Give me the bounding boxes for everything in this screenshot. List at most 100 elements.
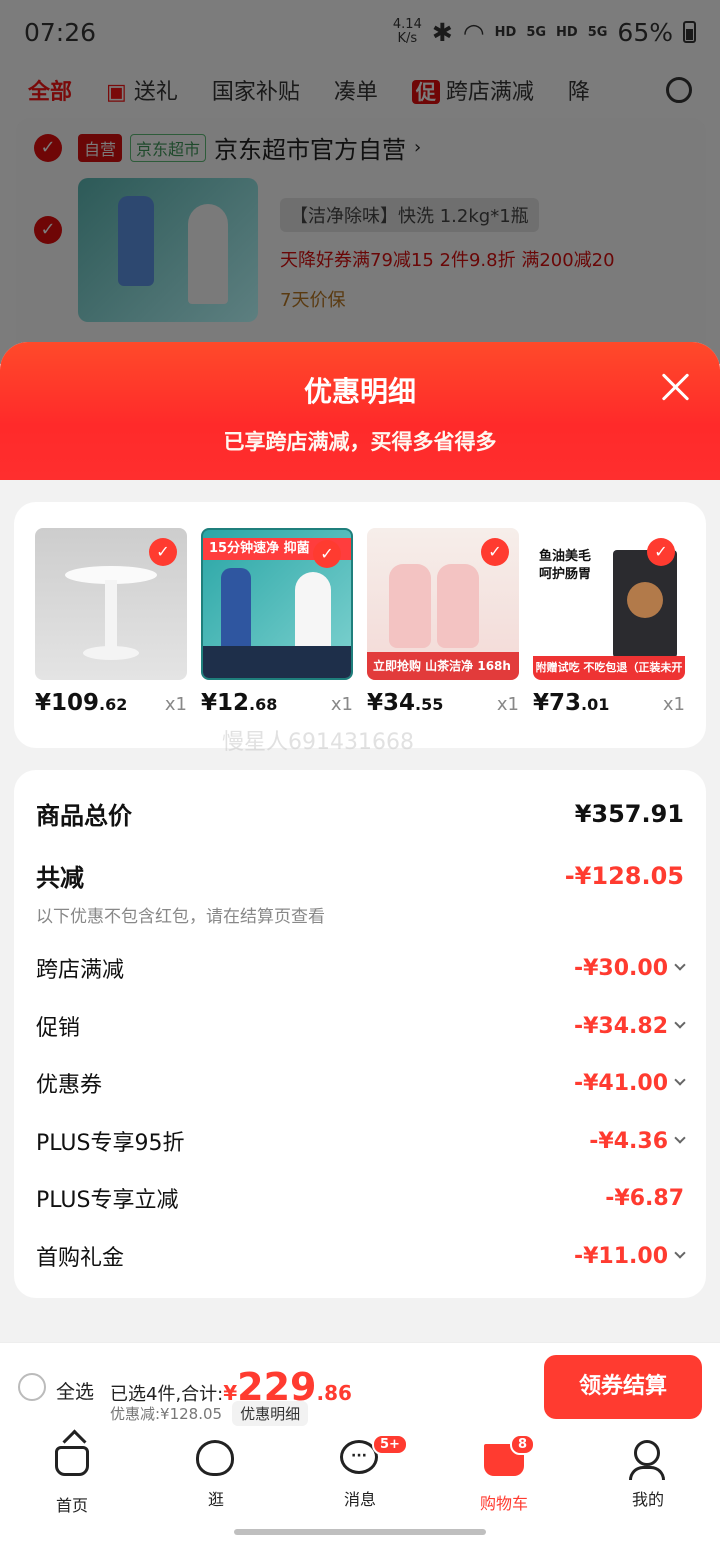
chevron-down-icon [674, 1074, 686, 1086]
signal-5g-2: 5G [587, 24, 608, 40]
home-icon [52, 1446, 92, 1486]
network-speed: 4.14 K/s [392, 17, 422, 46]
home-indicator-pill[interactable] [234, 1529, 486, 1535]
store-tag: 京东超市 [130, 133, 207, 162]
product-item[interactable]: 立即抢购 山茶洁净 168h持久留香 ✓ ¥34.55 x1 [367, 528, 519, 716]
discount-amount: 优惠减:¥128.05 [110, 1405, 223, 1423]
product-price-decimal: .55 [415, 695, 444, 714]
reduce-value: -¥128.05 [564, 861, 684, 890]
nav-messages[interactable]: ··· 5+ 消息 [288, 1430, 432, 1520]
discount-line: 优惠减:¥128.05 优惠明细 [110, 1401, 309, 1426]
chevron-right-icon: › [414, 137, 422, 158]
sheet-header: 优惠明细 已享跨店满减，买得多省得多 [0, 342, 720, 480]
status-time: 07:26 [24, 17, 97, 47]
product-price-decimal: .62 [99, 695, 128, 714]
discount-row-first-purchase[interactable]: 首购礼金 -¥11.00 [36, 1240, 686, 1272]
status-bar: 07:26 4.14 K/s ✱ ◠ HD 5G HD 5G 65% [0, 0, 720, 64]
product-text: 鱼油美毛 呵护肠胃 [539, 549, 592, 582]
product-label: 立即抢购 山茶洁净 168h持久留香 [367, 652, 519, 680]
product-price-decimal: .01 [581, 695, 610, 714]
product-label: 附赠试吃 不吃包退（正装未开封） [533, 656, 685, 680]
checkout-bar: 全选 已选4件,合计: ¥ 229 .86 优惠减:¥128.05 优惠明细 领… [0, 1342, 720, 1430]
check-icon: ✓ [647, 538, 675, 566]
discount-row-coupon[interactable]: 优惠券 -¥41.00 [36, 1067, 686, 1099]
discount-summary: 商品总价 ¥357.91 共减 -¥128.05 以下优惠不包含红包，请在结算页… [14, 770, 706, 1298]
shop-header[interactable]: 自营 京东超市 京东超市官方自营 › [78, 130, 421, 165]
product-price: ¥73 [533, 690, 582, 716]
product-price: ¥109 [35, 690, 100, 716]
product-price-decimal: .68 [249, 695, 278, 714]
tab-bundle[interactable]: 凑单 [334, 74, 378, 106]
bottom-nav: 首页 逛 ··· 5+ 消息 8 购物车 我的 [0, 1430, 720, 1520]
spec-selector[interactable]: 【洁净除味】快洗 1.2kg*1瓶 [280, 198, 539, 232]
nav-cart[interactable]: 8 购物车 [432, 1430, 576, 1520]
promo-badge: 促 [411, 80, 440, 104]
product-item[interactable]: 鱼油美毛 呵护肠胃 附赠试吃 不吃包退（正装未开封） ✓ ¥73.01 x1 [533, 528, 685, 716]
hd-label-1: HD [494, 24, 517, 40]
checkout-button[interactable]: 领券结算 [544, 1355, 702, 1419]
status-right: 4.14 K/s ✱ ◠ HD 5G HD 5G 65% [393, 18, 696, 47]
product-item[interactable]: ✓ ¥109.62 x1 [35, 528, 187, 716]
wifi-icon: ◠ [462, 17, 485, 47]
close-icon[interactable] [660, 372, 690, 402]
select-all-label[interactable]: 全选 [56, 1377, 94, 1404]
product-price: ¥34 [367, 690, 416, 716]
price-protect: 7天价保 [280, 290, 346, 311]
filter-tabs: 全部 ▣ 送礼 国家补贴 凑单 促跨店满减 降 [0, 64, 720, 116]
sheet-title: 优惠明细 [303, 375, 416, 408]
selected-products: ✓ ¥109.62 x1 15分钟速净 抑菌 ✓ ¥12.68 x1 立即抢购 山茶… [14, 502, 706, 748]
check-icon: ✓ [481, 538, 509, 566]
profile-icon [628, 1440, 668, 1480]
chevron-down-icon [674, 959, 686, 971]
home-indicator [0, 1520, 720, 1544]
search-icon[interactable] [666, 77, 692, 103]
total-row: 商品总价 ¥357.91 [36, 796, 684, 831]
hd-label-2: HD [556, 24, 578, 40]
product-item[interactable]: 15分钟速净 抑菌 ✓ ¥12.68 x1 [201, 528, 353, 716]
discount-row-promotion[interactable]: 促销 -¥34.82 [36, 1010, 686, 1042]
discount-detail-button[interactable]: 优惠明细 [232, 1401, 309, 1426]
check-icon: ✓ [149, 538, 177, 566]
nav-browse[interactable]: 逛 [144, 1430, 288, 1520]
chevron-down-icon [674, 1132, 686, 1144]
browse-icon [196, 1440, 236, 1480]
sheet-subtitle: 已享跨店满减，买得多省得多 [223, 430, 497, 454]
cart-badge: 8 [510, 1434, 536, 1455]
discount-detail-sheet: 优惠明细 已享跨店满减，买得多省得多 ✓ ¥109.62 x1 15分钟速净 抑菌… [0, 342, 720, 1342]
discount-row-plus-95[interactable]: PLUS专享95折 -¥4.36 [36, 1125, 686, 1157]
shop-card: ✓ 自营 京东超市 京东超市官方自营 › ✓ 【洁净除味】快洗 1.2kg*1瓶… [16, 118, 706, 378]
product-image: 立即抢购 山茶洁净 168h持久留香 ✓ [367, 528, 519, 680]
discount-row-cross-store[interactable]: 跨店满减 -¥30.00 [36, 952, 686, 984]
check-icon: ✓ [313, 540, 341, 568]
tab-cross-store[interactable]: 促跨店满减 [411, 74, 534, 106]
product-qty: x1 [330, 694, 353, 715]
product-image: 鱼油美毛 呵护肠胃 附赠试吃 不吃包退（正装未开封） ✓ [533, 528, 685, 680]
reduce-label: 共减 [36, 864, 84, 892]
nav-home[interactable]: 首页 [0, 1430, 144, 1520]
message-badge: 5+ [372, 1434, 408, 1455]
chevron-down-icon [674, 1017, 686, 1029]
tab-all[interactable]: 全部 [28, 74, 72, 106]
tab-national-subsidy[interactable]: 国家补贴 [212, 74, 300, 106]
select-all-radio[interactable] [18, 1373, 46, 1401]
product-image: 15分钟速净 抑菌 ✓ [201, 528, 353, 680]
total-amount-decimal: .86 [316, 1381, 352, 1405]
product-image[interactable] [78, 178, 258, 322]
self-operated-tag: 自营 [78, 133, 123, 162]
bluetooth-icon: ✱ [431, 17, 453, 47]
product-illustration [188, 204, 228, 304]
discount-row-plus-instant: PLUS专享立减 -¥6.87 [36, 1185, 684, 1214]
reduce-row: 共减 -¥128.05 [36, 858, 684, 893]
product-qty: x1 [164, 694, 187, 715]
product-qty: x1 [662, 694, 685, 715]
signal-5g-1: 5G [526, 24, 547, 40]
total-label: 商品总价 [36, 802, 132, 830]
shop-checkbox-icon[interactable]: ✓ [34, 134, 62, 162]
total-value: ¥357.91 [574, 799, 684, 828]
product-qty: x1 [496, 694, 519, 715]
item-checkbox-icon[interactable]: ✓ [34, 216, 62, 244]
nav-profile[interactable]: 我的 [576, 1430, 720, 1520]
tab-price-drop[interactable]: 降 [568, 74, 590, 106]
product-illustration [118, 196, 154, 286]
tab-gift[interactable]: ▣ 送礼 [106, 74, 178, 106]
